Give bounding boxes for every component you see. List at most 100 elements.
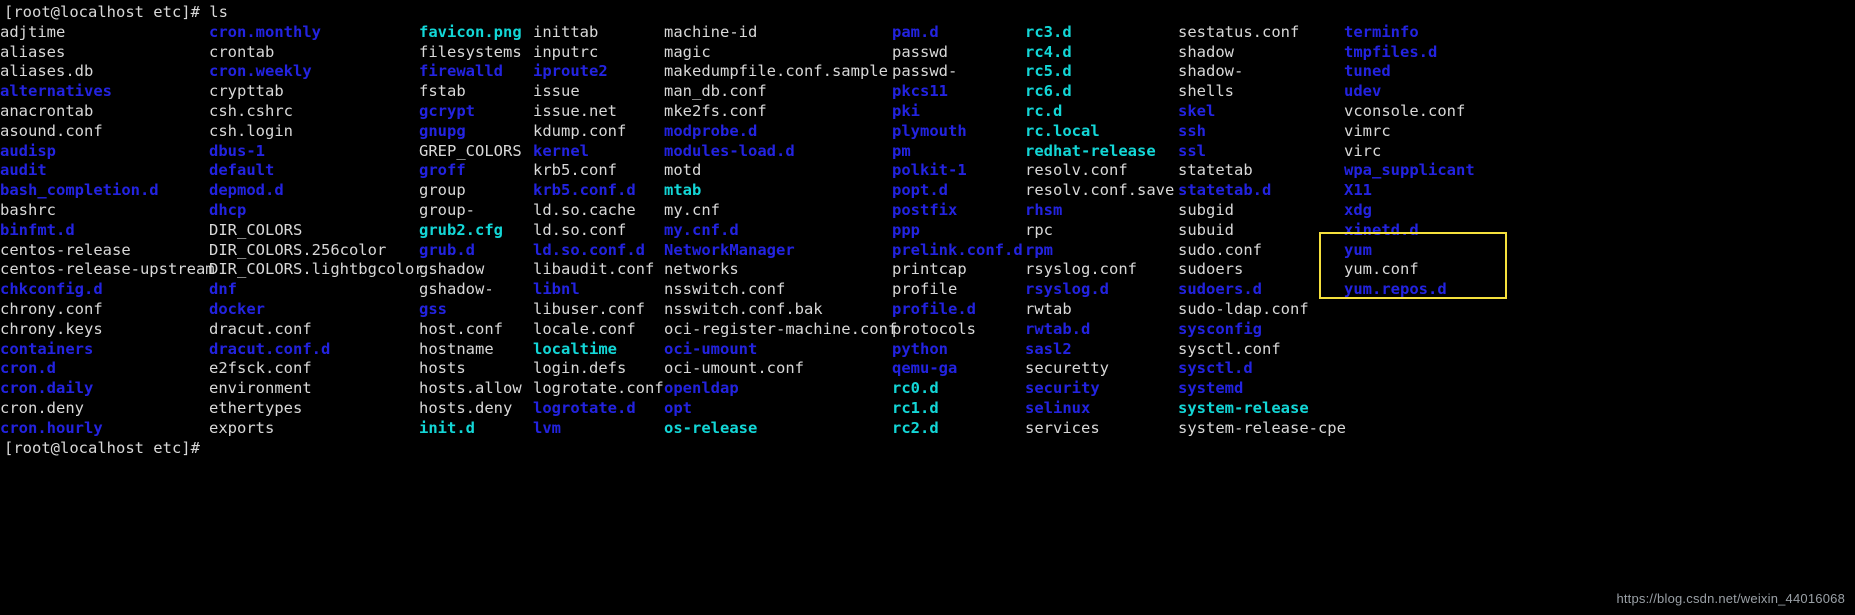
ls-entry[interactable]: audit xyxy=(0,161,215,181)
ls-entry[interactable]: crontab xyxy=(209,43,424,63)
ls-entry[interactable]: locale.conf xyxy=(533,320,664,340)
ls-entry[interactable]: oci-register-machine.conf xyxy=(664,320,897,340)
ls-entry[interactable]: gnupg xyxy=(419,122,522,142)
ls-entry[interactable]: rwtab.d xyxy=(1025,320,1174,340)
ls-entry[interactable]: logrotate.d xyxy=(533,399,664,419)
ls-entry[interactable]: machine-id xyxy=(664,23,897,43)
ls-entry[interactable]: statetab xyxy=(1178,161,1346,181)
ls-entry[interactable]: opt xyxy=(664,399,897,419)
ls-entry[interactable]: os-release xyxy=(664,419,897,439)
ls-entry[interactable]: iproute2 xyxy=(533,62,664,82)
ls-entry[interactable]: qemu-ga xyxy=(892,359,1023,379)
ls-entry[interactable]: mke2fs.conf xyxy=(664,102,897,122)
ls-entry[interactable]: cron.daily xyxy=(0,379,215,399)
ls-entry[interactable]: issue.net xyxy=(533,102,664,122)
ls-entry[interactable]: filesystems xyxy=(419,43,522,63)
ls-entry[interactable]: crypttab xyxy=(209,82,424,102)
ls-entry[interactable]: dracut.conf.d xyxy=(209,340,424,360)
ls-entry[interactable]: makedumpfile.conf.sample xyxy=(664,62,897,82)
ls-entry[interactable]: cron.hourly xyxy=(0,419,215,439)
ls-entry[interactable]: environment xyxy=(209,379,424,399)
ls-entry[interactable]: fstab xyxy=(419,82,522,102)
ls-entry[interactable]: DIR_COLORS.256color xyxy=(209,241,424,261)
ls-entry[interactable]: postfix xyxy=(892,201,1023,221)
ls-entry[interactable]: X11 xyxy=(1344,181,1475,201)
ls-entry[interactable]: dbus-1 xyxy=(209,142,424,162)
ls-entry[interactable]: GREP_COLORS xyxy=(419,142,522,162)
ls-entry[interactable]: bashrc xyxy=(0,201,215,221)
ls-entry[interactable]: rc1.d xyxy=(892,399,1023,419)
ls-entry[interactable]: cron.monthly xyxy=(209,23,424,43)
ls-entry[interactable]: hostname xyxy=(419,340,522,360)
ls-entry[interactable]: sudo-ldap.conf xyxy=(1178,300,1346,320)
ls-entry[interactable]: tuned xyxy=(1344,62,1475,82)
ls-entry[interactable]: host.conf xyxy=(419,320,522,340)
ls-entry[interactable]: anacrontab xyxy=(0,102,215,122)
ls-entry[interactable]: system-release-cpe xyxy=(1178,419,1346,439)
ls-entry[interactable]: subuid xyxy=(1178,221,1346,241)
ls-entry[interactable]: libaudit.conf xyxy=(533,260,664,280)
ls-entry[interactable]: subgid xyxy=(1178,201,1346,221)
ls-entry[interactable]: rwtab xyxy=(1025,300,1174,320)
ls-entry[interactable]: rc.local xyxy=(1025,122,1174,142)
ls-entry[interactable]: pkcs11 xyxy=(892,82,1023,102)
ls-entry[interactable]: cron.deny xyxy=(0,399,215,419)
ls-entry[interactable]: login.defs xyxy=(533,359,664,379)
ls-entry[interactable]: openldap xyxy=(664,379,897,399)
ls-entry[interactable]: nsswitch.conf xyxy=(664,280,897,300)
ls-entry[interactable]: init.d xyxy=(419,419,522,439)
ls-entry[interactable]: shadow- xyxy=(1178,62,1346,82)
ls-entry[interactable]: pm xyxy=(892,142,1023,162)
ls-entry[interactable]: sysctl.conf xyxy=(1178,340,1346,360)
ls-entry[interactable]: bash_completion.d xyxy=(0,181,215,201)
ls-entry[interactable]: virc xyxy=(1344,142,1475,162)
ls-entry[interactable]: wpa_supplicant xyxy=(1344,161,1475,181)
ls-entry[interactable]: containers xyxy=(0,340,215,360)
ls-entry[interactable]: asound.conf xyxy=(0,122,215,142)
ls-entry[interactable]: favicon.png xyxy=(419,23,522,43)
ls-entry[interactable]: DIR_COLORS xyxy=(209,221,424,241)
ls-entry[interactable]: ld.so.cache xyxy=(533,201,664,221)
ls-entry[interactable]: python xyxy=(892,340,1023,360)
ls-entry[interactable]: ld.so.conf.d xyxy=(533,241,664,261)
ls-entry[interactable]: rc4.d xyxy=(1025,43,1174,63)
ls-entry[interactable]: rsyslog.conf xyxy=(1025,260,1174,280)
ls-entry[interactable]: shadow xyxy=(1178,43,1346,63)
ls-entry[interactable]: profile.d xyxy=(892,300,1023,320)
ls-entry[interactable]: libuser.conf xyxy=(533,300,664,320)
ls-entry[interactable]: sudoers.d xyxy=(1178,280,1346,300)
ls-entry[interactable]: passwd- xyxy=(892,62,1023,82)
ls-entry[interactable]: docker xyxy=(209,300,424,320)
ls-entry[interactable]: terminfo xyxy=(1344,23,1475,43)
ls-entry[interactable]: services xyxy=(1025,419,1174,439)
ls-entry[interactable]: popt.d xyxy=(892,181,1023,201)
ls-entry[interactable]: rpc xyxy=(1025,221,1174,241)
ls-entry[interactable]: sestatus.conf xyxy=(1178,23,1346,43)
ls-entry[interactable]: cron.weekly xyxy=(209,62,424,82)
ls-entry[interactable]: vimrc xyxy=(1344,122,1475,142)
ls-entry[interactable]: man_db.conf xyxy=(664,82,897,102)
ls-entry[interactable]: centos-release-upstream xyxy=(0,260,215,280)
ls-entry[interactable]: cron.d xyxy=(0,359,215,379)
ls-entry[interactable]: csh.cshrc xyxy=(209,102,424,122)
ls-entry[interactable]: rc5.d xyxy=(1025,62,1174,82)
ls-entry[interactable]: yum.repos.d xyxy=(1344,280,1475,300)
ls-entry[interactable]: resolv.conf xyxy=(1025,161,1174,181)
ls-entry[interactable]: pam.d xyxy=(892,23,1023,43)
ls-entry[interactable]: DIR_COLORS.lightbgcolor xyxy=(209,260,424,280)
ls-entry[interactable]: lvm xyxy=(533,419,664,439)
ls-entry[interactable]: securetty xyxy=(1025,359,1174,379)
ls-entry[interactable]: dnf xyxy=(209,280,424,300)
ls-entry[interactable]: shells xyxy=(1178,82,1346,102)
ls-entry[interactable]: gshadow- xyxy=(419,280,522,300)
ls-entry[interactable]: gcrypt xyxy=(419,102,522,122)
ls-entry[interactable]: yum.conf xyxy=(1344,260,1475,280)
ls-entry[interactable]: adjtime xyxy=(0,23,215,43)
ls-entry[interactable]: modprobe.d xyxy=(664,122,897,142)
terminal-window[interactable]: [root@localhost etc]# ls adjtime aliases a… xyxy=(0,0,1855,615)
ls-entry[interactable]: selinux xyxy=(1025,399,1174,419)
ls-entry[interactable]: krb5.conf.d xyxy=(533,181,664,201)
ls-entry[interactable]: ld.so.conf xyxy=(533,221,664,241)
ls-entry[interactable]: chrony.conf xyxy=(0,300,215,320)
ls-entry[interactable]: gss xyxy=(419,300,522,320)
